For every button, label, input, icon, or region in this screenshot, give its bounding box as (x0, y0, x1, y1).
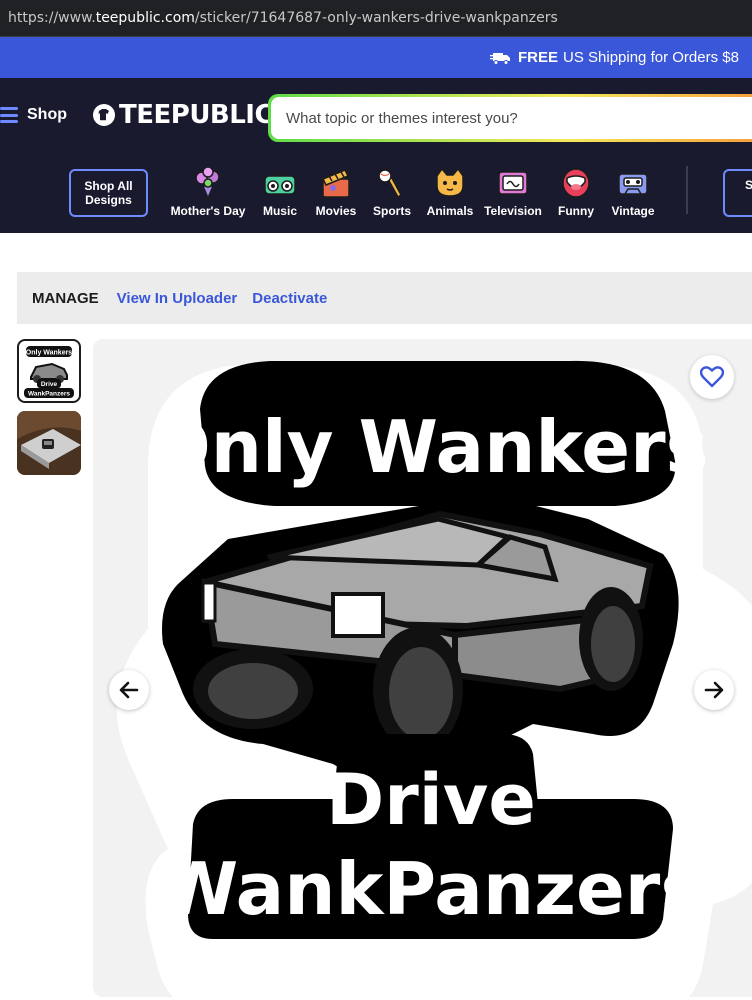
promo-text: US Shipping for Orders $8 (563, 49, 739, 66)
url-path: /sticker/71647687-only-wankers-drive-wan… (194, 10, 558, 26)
laughing-mouth-icon (562, 168, 590, 198)
cassette-icon (618, 173, 648, 195)
sticker-thumbnail-image: Only Wankers Drive WankPanzers (21, 344, 77, 398)
category-mothers-day[interactable]: Mother's Day (168, 166, 248, 218)
search-input[interactable] (271, 97, 752, 139)
category-label: Sports (372, 204, 411, 218)
tshirt-logo-icon (93, 104, 115, 126)
deactivate-link[interactable]: Deactivate (252, 290, 327, 307)
hamburger-icon (0, 107, 18, 123)
teepublic-logo[interactable]: TEEPUBLIC (92, 100, 274, 130)
site-header: Shop TEEPUBLIC Shop All Designs Mother's… (0, 78, 752, 233)
tv-icon (498, 171, 528, 195)
favorite-button[interactable] (690, 355, 734, 399)
promo-bold: FREE (518, 49, 559, 66)
shop-all-designs-button[interactable]: Shop All Designs (69, 169, 148, 217)
category-label: Mother's Day (170, 204, 246, 218)
bat-ball-icon (378, 168, 402, 199)
category-label: Funny (558, 204, 594, 218)
category-label: Vintage (611, 204, 655, 218)
sticker-artwork: Only Wankers Drive WankPanzers (116, 360, 752, 997)
thumb-text-middle: Drive (41, 381, 58, 388)
boombox-icon (264, 171, 296, 195)
promo-banner[interactable]: FREE US Shipping for Orders $8 (0, 37, 752, 78)
sticker-text-bottom: WankPanzers (159, 847, 703, 931)
view-in-uploader-link[interactable]: View In Uploader (117, 290, 238, 307)
previous-image-button[interactable] (109, 670, 149, 710)
arrow-left-icon (119, 681, 139, 699)
address-bar[interactable]: https://www.teepublic.com/sticker/716476… (0, 0, 752, 37)
flower-bouquet-icon (195, 166, 220, 200)
thumbnail-lifestyle[interactable] (17, 411, 81, 475)
url-host: teepublic.com (95, 10, 195, 26)
sticker-text-middle: Drive (326, 759, 536, 841)
shop-menu-button[interactable]: Shop (0, 106, 67, 124)
heart-icon (700, 366, 724, 388)
shop-menu-label: Shop (27, 106, 67, 123)
next-image-button[interactable] (694, 670, 734, 710)
category-label: Television (484, 204, 542, 218)
thumb-text-top: Only Wankers (26, 350, 73, 357)
logo-text: TEEPUBLIC (119, 100, 274, 130)
clapperboard-icon (321, 169, 350, 198)
thumb-text-bottom: WankPanzers (28, 391, 70, 398)
manage-bar: MANAGE View In Uploader Deactivate (17, 272, 752, 324)
delivery-truck-icon (490, 52, 510, 65)
url-prefix: https://www. (8, 10, 96, 26)
nav-divider (686, 166, 688, 214)
category-label: Movies (315, 204, 357, 218)
cat-icon (436, 167, 464, 197)
shop-products-button[interactable]: S Pr (723, 169, 752, 217)
category-label: Animals (426, 204, 474, 218)
category-label: Music (262, 204, 297, 218)
arrow-right-icon (704, 681, 724, 699)
thumbnail-sticker-design[interactable]: Only Wankers Drive WankPanzers (17, 339, 81, 403)
sticker-text-top: Only Wankers (150, 405, 709, 489)
category-vintage[interactable]: Vintage (593, 166, 673, 218)
search-box (268, 94, 752, 142)
product-main-image: Only Wankers Drive WankPanzers (93, 339, 752, 997)
lifestyle-thumbnail-image (17, 411, 81, 475)
manage-title: MANAGE (32, 289, 99, 307)
